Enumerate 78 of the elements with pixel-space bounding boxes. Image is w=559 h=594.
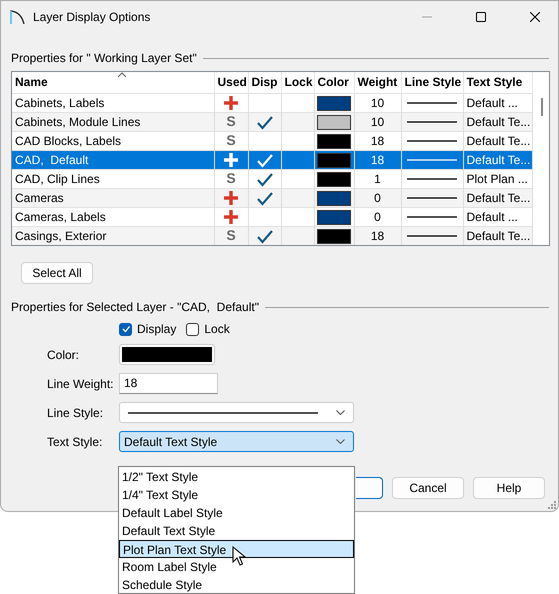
dialog-button[interactable]: Cancel [392, 477, 464, 499]
plus-icon [224, 210, 238, 224]
field-label: Text Style: [47, 434, 104, 448]
used-mark: S [226, 170, 236, 186]
checkmark-icon[interactable] [256, 190, 274, 206]
checkbox[interactable] [119, 322, 132, 336]
table-cell: Default Te... [463, 112, 532, 131]
dropdown-option[interactable]: Default Label Style [119, 504, 354, 522]
dropdown-option[interactable]: 1/4" Text Style [119, 486, 354, 504]
checkbox-label: Display [137, 322, 176, 336]
checkbox-label: Lock [204, 322, 230, 336]
table-cell: Default Te... [463, 188, 532, 207]
resize-grip-icon[interactable] [548, 501, 556, 509]
column-header[interactable]: Text Style [463, 72, 532, 93]
dropdown-option[interactable]: Schedule Style [119, 576, 354, 594]
chevron-down-icon [336, 410, 345, 415]
sort-icon [118, 72, 126, 78]
layer-row[interactable]: Cabinets, Module Lines S 10 Default Te... [12, 112, 532, 131]
table-cell: 10 [354, 112, 401, 131]
line-style-sample [407, 140, 457, 142]
select-all-button[interactable]: Select All [21, 262, 93, 284]
line-style-sample [407, 120, 457, 122]
column-header[interactable]: Lock [281, 72, 314, 93]
table-cell: Default Te... [463, 150, 532, 169]
maximize-icon[interactable] [476, 12, 486, 22]
column-header[interactable]: Weight [354, 72, 401, 93]
window-title: Layer Display Options [33, 10, 152, 24]
table-cell: Default Te... [463, 226, 532, 245]
check-icon [120, 324, 130, 334]
app-logo-icon [9, 9, 25, 25]
dialog-button[interactable]: Help [473, 477, 545, 499]
line-style-sample [407, 178, 457, 180]
checkmark-icon[interactable] [256, 228, 274, 244]
layer-row[interactable]: Casings, Exterior S 18 Default Te... [12, 226, 532, 245]
group-label: Properties for " Working Layer Set" [11, 51, 197, 65]
line-style-dropdown[interactable] [119, 402, 354, 423]
table-cell: Casings, Exterior [12, 226, 214, 245]
ok-button[interactable] [356, 477, 383, 499]
field-label: Color: [47, 348, 80, 362]
line-style-sample [407, 196, 457, 198]
group-label: Properties for Selected Layer - "CAD, Default" [11, 300, 259, 314]
dropdown-option[interactable]: Plot Plan Text Style [119, 540, 354, 558]
line-weight-field[interactable]: 18 [119, 373, 218, 394]
used-mark: S [226, 132, 236, 148]
checkbox[interactable] [186, 322, 200, 336]
checkmark-icon[interactable] [256, 114, 274, 130]
plus-icon [224, 191, 238, 206]
plus-icon [224, 153, 238, 168]
field-label: Line Weight: [47, 376, 114, 390]
line-style-sample [407, 102, 457, 104]
close-icon[interactable] [530, 12, 540, 22]
table-cell: 18 [354, 150, 401, 169]
used-mark: S [226, 113, 236, 129]
line-style-sample [407, 158, 457, 160]
layer-row[interactable]: CAD, Default 18 Default Te... [12, 150, 532, 169]
column-header[interactable]: Name [12, 72, 214, 93]
column-header[interactable]: Color [314, 72, 354, 93]
mouse-pointer-icon [232, 546, 246, 567]
dropdown-option[interactable]: Default Text Style [119, 522, 354, 540]
dropdown-option[interactable]: 1/2" Text Style [119, 468, 354, 486]
table-cell: 0 [354, 188, 401, 207]
column-header[interactable]: Disp [248, 72, 281, 93]
used-mark: S [226, 227, 236, 244]
plus-icon [224, 96, 238, 110]
table-cell: CAD, Default [12, 150, 214, 169]
layer-row[interactable]: Cameras 0 Default Te... [12, 188, 532, 207]
column-header[interactable]: Used [214, 72, 248, 93]
text-style-dropdown[interactable]: Default Text Style [119, 431, 354, 452]
line-style-sample [407, 216, 457, 218]
table-cell: 18 [354, 226, 401, 245]
dropdown-option[interactable]: Room Label Style [119, 558, 354, 576]
column-header[interactable]: Line Style [401, 72, 463, 93]
table-cell: Cabinets, Module Lines [12, 112, 214, 131]
field-label: Line Style: [47, 406, 104, 420]
chevron-down-icon [336, 439, 345, 444]
checkmark-icon[interactable] [256, 172, 274, 187]
table-cell: Cameras [12, 188, 214, 207]
line-style-sample [407, 234, 457, 237]
